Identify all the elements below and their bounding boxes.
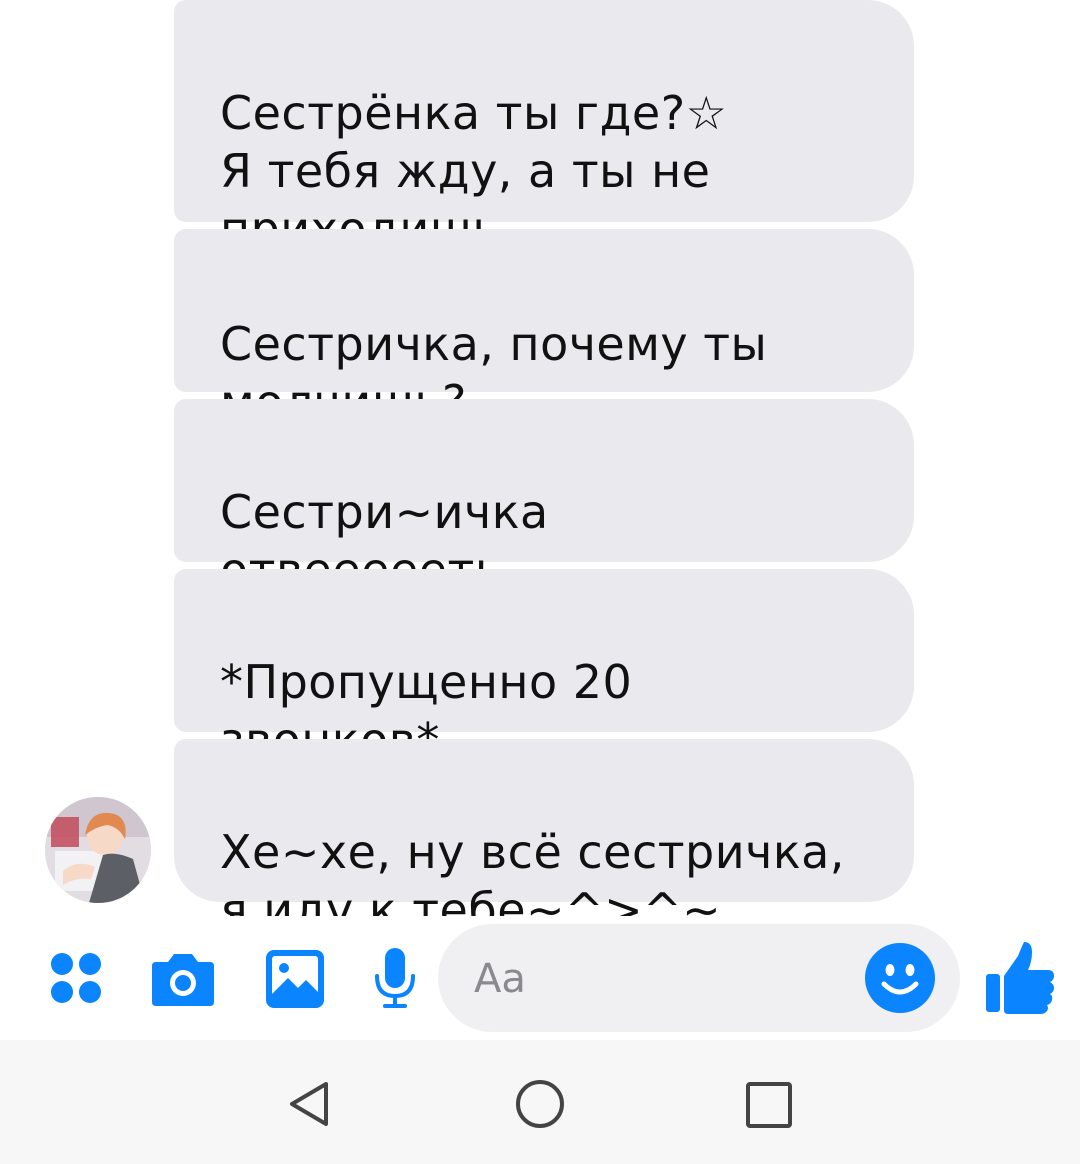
- home-icon[interactable]: [514, 1078, 566, 1130]
- message-composer: [0, 916, 1080, 1040]
- system-nav-bar: [0, 1040, 1080, 1164]
- message-input[interactable]: [472, 950, 856, 1008]
- back-icon[interactable]: [284, 1078, 336, 1130]
- microphone-icon[interactable]: [372, 946, 418, 1012]
- image-icon[interactable]: [264, 948, 326, 1010]
- message-bubble[interactable]: Хе~хе, ну всё сестричка, я иду к тебе~^>…: [174, 739, 914, 937]
- emoji-icon[interactable]: [864, 942, 936, 1014]
- message-input-container[interactable]: [438, 924, 960, 1032]
- message-bubble[interactable]: *Пропущенно 20 звонков*: [174, 569, 914, 767]
- camera-icon[interactable]: [150, 950, 216, 1008]
- thumbs-up-icon[interactable]: [984, 940, 1056, 1016]
- message-bubble[interactable]: Сестри~ичка отвеееееть: [174, 399, 914, 597]
- recents-icon[interactable]: [744, 1080, 794, 1130]
- message-bubble[interactable]: Сестрёнка ты где?☆ Я тебя жду, а ты не п…: [174, 0, 914, 256]
- avatar-image: [45, 797, 151, 903]
- chat-screen: Сестрёнка ты где?☆ Я тебя жду, а ты не п…: [0, 0, 1080, 1164]
- avatar[interactable]: [45, 797, 151, 903]
- message-bubble[interactable]: Сестричка, почему ты молчишь?: [174, 229, 914, 482]
- apps-icon[interactable]: [48, 950, 104, 1006]
